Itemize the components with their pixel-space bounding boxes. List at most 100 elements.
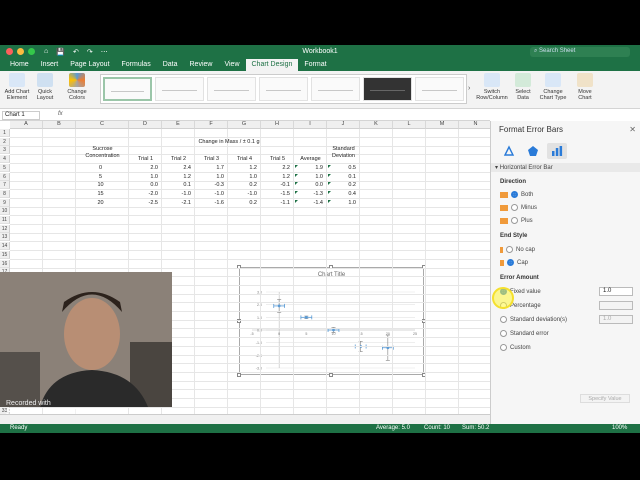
direction-plus-option[interactable]: Plus <box>500 217 533 224</box>
radio[interactable] <box>511 191 518 198</box>
fixed-value-input[interactable]: 1.0 <box>599 287 633 296</box>
error-bar-options-icon[interactable] <box>547 143 567 159</box>
cell[interactable]: -1.0 <box>228 190 261 198</box>
column-header[interactable]: K <box>360 121 393 129</box>
direction-minus-option[interactable]: Minus <box>500 204 537 211</box>
tab-format[interactable]: Format <box>298 59 332 71</box>
row-header[interactable]: 15 <box>0 250 10 259</box>
cell[interactable]: -1.0 <box>195 190 228 198</box>
direction-both-option[interactable]: Both <box>500 191 533 198</box>
column-header[interactable]: C <box>76 121 129 129</box>
tab-home[interactable]: Home <box>4 59 35 71</box>
chart-style-6[interactable] <box>363 77 413 101</box>
cell[interactable]: -2.1 <box>162 199 195 207</box>
cell[interactable]: 0.2 <box>228 181 261 189</box>
cell[interactable]: 1.0 <box>294 173 327 181</box>
column-header[interactable]: H <box>261 121 294 129</box>
row-header[interactable]: 11 <box>0 216 10 224</box>
tab-chart-design[interactable]: Chart Design <box>245 59 299 71</box>
search-sheet-input[interactable]: ⌕ Search Sheet <box>530 47 630 57</box>
cell[interactable]: -1.3 <box>294 190 327 198</box>
cell[interactable]: 0.4 <box>327 190 360 198</box>
close-pane-icon[interactable]: ✕ <box>629 125 636 134</box>
column-header[interactable]: I <box>294 121 327 129</box>
cell[interactable]: -1.0 <box>162 190 195 198</box>
cell[interactable]: 20 <box>76 199 129 207</box>
chart-style-1[interactable] <box>103 77 153 101</box>
cell[interactable]: 0.2 <box>228 199 261 207</box>
row-header[interactable]: 16 <box>0 259 10 268</box>
error-indicator-icon[interactable] <box>295 173 298 177</box>
error-indicator-icon[interactable] <box>295 164 298 168</box>
tab-view[interactable]: View <box>218 59 245 71</box>
cell[interactable]: Trial 3 <box>195 155 228 163</box>
tab-page-layout[interactable]: Page Layout <box>64 59 115 71</box>
cell[interactable]: 1.2 <box>162 173 195 181</box>
cell[interactable]: -0.1 <box>261 181 294 189</box>
effects-icon[interactable] <box>523 143 543 159</box>
standard-deviation-input[interactable]: 1.0 <box>599 315 633 324</box>
cell[interactable]: Standard Deviation <box>327 146 360 162</box>
cell[interactable]: 1.2 <box>261 173 294 181</box>
column-header[interactable]: N <box>459 121 493 129</box>
quick-layout-button[interactable]: Quick Layout <box>33 73 57 101</box>
chart-style-4[interactable] <box>259 77 309 101</box>
error-indicator-icon[interactable] <box>295 182 298 186</box>
fill-line-icon[interactable] <box>499 143 519 159</box>
radio[interactable] <box>500 316 507 323</box>
cell[interactable]: -1.1 <box>261 199 294 207</box>
row-header[interactable]: 12 <box>0 224 10 233</box>
tab-data[interactable]: Data <box>157 59 184 71</box>
radio[interactable] <box>507 259 514 266</box>
chart-style-3[interactable] <box>207 77 257 101</box>
cell[interactable]: -0.3 <box>195 181 228 189</box>
row-header[interactable]: 9 <box>0 198 10 207</box>
tab-review[interactable]: Review <box>184 59 219 71</box>
tab-insert[interactable]: Insert <box>35 59 65 71</box>
specify-value-button[interactable]: Specify Value <box>580 394 630 403</box>
horizontal-error-bar-section[interactable]: ▾ Horizontal Error Bar <box>491 163 640 172</box>
cell[interactable]: Change in Mass / ± 0.1 g <box>129 138 329 146</box>
cell[interactable]: 0.5 <box>327 164 360 172</box>
row-header[interactable]: 10 <box>0 207 10 216</box>
cell[interactable]: Sucrose Concentration <box>76 146 129 162</box>
cell[interactable]: -1.6 <box>195 199 228 207</box>
row-header[interactable]: 8 <box>0 189 10 198</box>
end-style-no-cap-option[interactable]: No cap <box>500 246 535 253</box>
tab-formulas[interactable]: Formulas <box>116 59 157 71</box>
cell[interactable]: 2.2 <box>261 164 294 172</box>
cell[interactable]: 0.2 <box>327 181 360 189</box>
row-header[interactable]: 14 <box>0 242 10 251</box>
radio[interactable] <box>500 330 507 337</box>
row-header[interactable]: 5 <box>0 163 10 172</box>
change-chart-type-button[interactable]: Change Chart Type <box>537 73 569 101</box>
chart-style-5[interactable] <box>311 77 361 101</box>
select-data-button[interactable]: Select Data <box>512 73 534 101</box>
column-header[interactable]: F <box>195 121 228 129</box>
gallery-next-icon[interactable]: › <box>468 85 470 92</box>
cell[interactable]: Trial 1 <box>129 155 162 163</box>
row-header[interactable]: 7 <box>0 181 10 190</box>
cell[interactable]: 0.0 <box>294 181 327 189</box>
standard-deviation-option[interactable]: Standard deviation(s) <box>500 316 567 323</box>
row-header[interactable]: 6 <box>0 172 10 181</box>
cell[interactable]: 2.4 <box>162 164 195 172</box>
cell[interactable]: Average <box>294 155 327 163</box>
resize-handle[interactable] <box>329 373 333 377</box>
standard-error-option[interactable]: Standard error <box>500 330 549 337</box>
change-colors-button[interactable]: Change Colors <box>64 73 90 101</box>
column-header[interactable]: D <box>129 121 162 129</box>
row-header[interactable]: 13 <box>0 233 10 242</box>
row-header[interactable]: 4 <box>0 155 10 164</box>
switch-row-column-button[interactable]: Switch Row/Column <box>474 73 510 101</box>
column-header[interactable]: J <box>327 121 360 129</box>
column-header[interactable]: A <box>10 121 43 129</box>
cell[interactable]: Trial 4 <box>228 155 261 163</box>
radio[interactable] <box>511 217 518 224</box>
cell[interactable]: Trial 2 <box>162 155 195 163</box>
row-header[interactable]: 2 <box>0 137 10 146</box>
column-header[interactable]: B <box>43 121 76 129</box>
error-indicator-icon[interactable] <box>295 199 298 203</box>
cell[interactable]: 1.2 <box>228 164 261 172</box>
row-header[interactable]: 3 <box>0 146 10 155</box>
